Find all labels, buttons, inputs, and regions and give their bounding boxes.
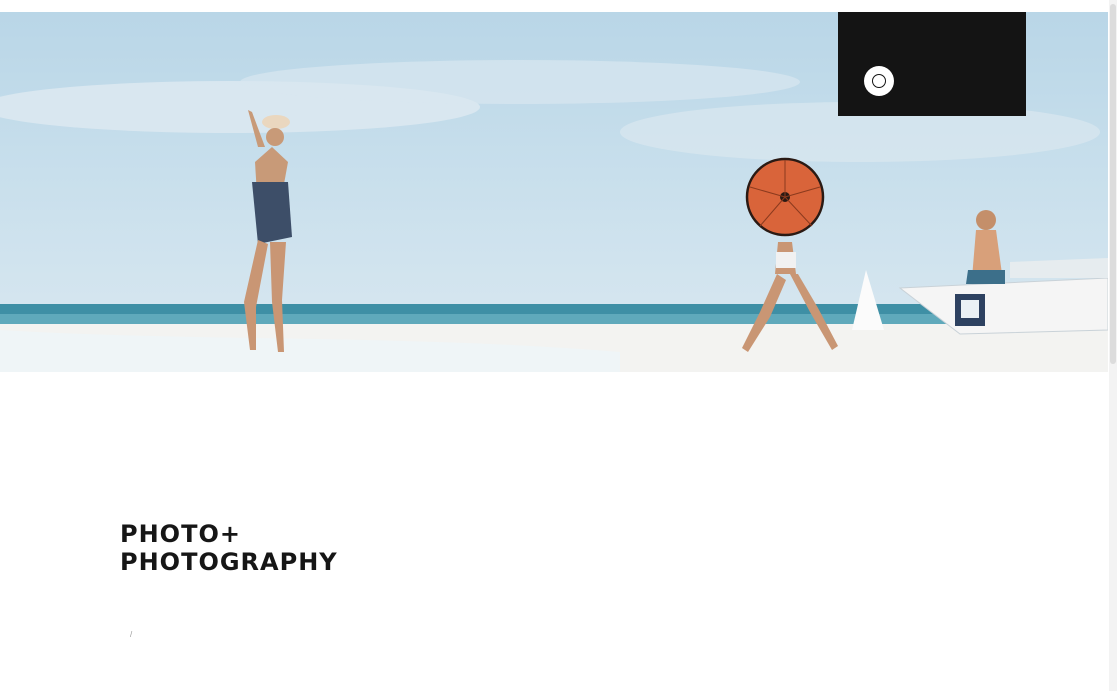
circle-arrow-icon <box>872 74 886 88</box>
promo-arrow-button[interactable] <box>864 66 894 96</box>
scrollbar-thumb[interactable] <box>1110 4 1116 364</box>
brand-line-1: PHOTO+ <box>120 520 241 548</box>
hero-image <box>0 12 1108 372</box>
contact-separator: / <box>130 630 133 639</box>
page-scrollbar[interactable] <box>1109 0 1117 691</box>
contact-info: / <box>120 630 143 639</box>
promo-card <box>838 12 1026 116</box>
sailboat-sail <box>852 270 884 330</box>
brand-line-2: PHOTOGRAPHY <box>120 548 338 576</box>
brand-logo[interactable]: PHOTO+ PHOTOGRAPHY <box>120 520 338 576</box>
